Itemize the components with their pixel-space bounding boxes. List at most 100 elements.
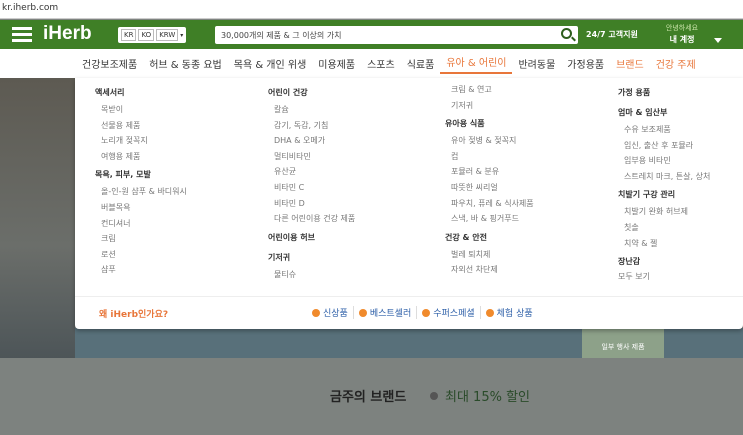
- menu-item[interactable]: 물티슈: [268, 267, 355, 283]
- menu-item[interactable]: DHA & 오메가: [268, 133, 355, 149]
- why-iherb-link[interactable]: 왜 iHerb인가요?: [99, 307, 168, 320]
- menu-heading[interactable]: 유아용 식품: [445, 115, 534, 133]
- menu-item[interactable]: 버블목욕: [95, 200, 187, 216]
- banner-image: [0, 78, 75, 358]
- menu-item[interactable]: 포뮬러 & 분유: [445, 164, 534, 180]
- nav-item[interactable]: 허브 & 동종 요법: [143, 56, 228, 71]
- menu-column: 크림 & 연고 기저귀 유아용 식품 유아 젖병 & 젖꼭지 컵 포뮬러 & 분유 따뜻한 …: [445, 82, 534, 278]
- nav-item[interactable]: 가정용품: [561, 56, 610, 71]
- footer-link[interactable]: 베스트셀러: [352, 306, 416, 319]
- menu-item[interactable]: 스트레치 마크, 튼살, 상처: [618, 169, 710, 185]
- menu-heading[interactable]: 치발기 구강 관리: [618, 186, 710, 204]
- menu-footer: 왜 iHerb인가요? 신상품 베스트셀러 수퍼스페셜 체험 상품: [75, 296, 743, 329]
- account-greeting: 안녕하세요: [665, 24, 699, 32]
- menu-item[interactable]: 멀티비타민: [268, 149, 355, 165]
- brand-discount: 최대 15% 할인: [445, 390, 530, 405]
- menu-item[interactable]: 컵: [445, 149, 534, 165]
- menu-item[interactable]: 임신, 출산 후 포뮬라: [618, 138, 710, 154]
- menu-item[interactable]: 자외선 차단제: [445, 262, 534, 278]
- language: KO: [138, 29, 155, 41]
- badge-icon: [485, 308, 494, 317]
- menu-item[interactable]: 크림: [95, 231, 187, 247]
- badge-icon: [358, 308, 367, 317]
- menu-heading[interactable]: 액세서리: [95, 84, 187, 102]
- footer-link[interactable]: 신상품: [307, 306, 353, 319]
- category-nav: 건강보조제품 허브 & 동종 요법 목욕 & 개인 위생 미용제품 스포츠 식료품 유아 &…: [0, 49, 743, 78]
- nav-item[interactable]: 스포츠: [361, 56, 401, 71]
- footer-link-label: 수퍼스페셜: [433, 309, 475, 319]
- menu-item[interactable]: 유산균: [268, 164, 355, 180]
- nav-item[interactable]: 반려동물: [512, 56, 561, 71]
- menu-item[interactable]: 칼슘: [268, 102, 355, 118]
- search-icon[interactable]: [561, 28, 572, 39]
- account-menu[interactable]: 안녕하세요내 계정: [662, 22, 702, 46]
- mega-menu-dropdown: 액세서리 목받이 선물용 제품 노리개 젖꼭지 여행용 제품 목욕, 피부, 모발 올-인-…: [75, 78, 743, 329]
- footer-link-label: 베스트셀러: [369, 309, 412, 319]
- menu-item[interactable]: 비타민 D: [268, 196, 355, 212]
- footer-link-label: 신상품: [323, 309, 348, 319]
- locale-selector[interactable]: KR KO KRW ▾: [118, 27, 187, 43]
- menu-heading[interactable]: 어린이 건강: [268, 84, 355, 102]
- currency: KRW: [156, 29, 179, 41]
- menu-item[interactable]: 크림 & 연고: [445, 82, 534, 98]
- search-placeholder: 30,000개의 제품 & 그 이상의 가치: [221, 31, 342, 40]
- menu-heading[interactable]: 엄마 & 임산부: [618, 104, 710, 122]
- menu-item[interactable]: 감기, 독감, 기침: [268, 118, 355, 134]
- menu-item[interactable]: 올-인-원 샴푸 & 바디워시: [95, 184, 187, 200]
- menu-item[interactable]: 벌레 퇴치제: [445, 247, 534, 263]
- menu-item[interactable]: 비타민 C: [268, 180, 355, 196]
- menu-item[interactable]: 컨디셔너: [95, 216, 187, 232]
- nav-item[interactable]: 건강 주제: [650, 56, 702, 71]
- info-icon: [430, 392, 438, 400]
- menu-heading[interactable]: 가정 용품: [618, 84, 710, 102]
- menu-item[interactable]: 노리개 젖꼭지: [95, 133, 187, 149]
- menu-item[interactable]: 여행용 제품: [95, 149, 187, 165]
- menu-item[interactable]: 스낵, 바 & 핑거푸드: [445, 211, 534, 227]
- menu-heading[interactable]: 목욕, 피부, 모발: [95, 166, 187, 184]
- nav-item[interactable]: 미용제품: [312, 56, 361, 71]
- menu-heading[interactable]: 기저귀: [268, 249, 355, 267]
- menu-item[interactable]: 기저귀: [445, 98, 534, 114]
- address-bar[interactable]: kr.iherb.com: [0, 0, 743, 19]
- menu-item[interactable]: 다른 어린이용 건강 제품: [268, 211, 355, 227]
- badge-icon: [422, 308, 431, 317]
- menu-item[interactable]: 로션: [95, 247, 187, 263]
- menu-item[interactable]: 샴푸: [95, 262, 187, 278]
- footer-link-label: 체험 상품: [496, 309, 533, 319]
- menu-item[interactable]: 임부용 비타민: [618, 153, 710, 169]
- menu-item[interactable]: 치약 & 젤: [618, 236, 710, 252]
- iherb-logo[interactable]: iHerb: [43, 23, 92, 45]
- nav-item[interactable]: 유아 & 어린이: [440, 54, 513, 74]
- menu-item[interactable]: 선물용 제품: [95, 118, 187, 134]
- footer-link[interactable]: 체험 상품: [479, 306, 538, 319]
- hamburger-menu-icon[interactable]: [12, 27, 32, 42]
- chevron-down-icon: ▾: [180, 31, 184, 39]
- account-label: 내 계정: [669, 35, 695, 44]
- menu-item[interactable]: 칫솔: [618, 220, 710, 236]
- nav-item[interactable]: 건강보조제품: [76, 56, 143, 71]
- menu-item[interactable]: 수유 보조제품: [618, 122, 710, 138]
- menu-heading[interactable]: 건강 & 안전: [445, 229, 534, 247]
- country: KR: [121, 29, 137, 41]
- footer-link[interactable]: 수퍼스페셜: [416, 306, 479, 319]
- menu-heading[interactable]: 어린이용 허브: [268, 229, 355, 247]
- caret-down-icon[interactable]: [714, 38, 722, 47]
- nav-item[interactable]: 목욕 & 개인 위생: [228, 56, 313, 71]
- menu-item[interactable]: 파우치, 퓨레 & 식사제품: [445, 196, 534, 212]
- nav-item[interactable]: 식료품: [401, 56, 441, 71]
- nav-item[interactable]: 브랜드: [610, 56, 650, 71]
- menu-item[interactable]: 목받이: [95, 102, 187, 118]
- menu-item[interactable]: 따뜻한 씨리얼: [445, 180, 534, 196]
- brand-of-week-title: 금주의 브랜드: [330, 390, 407, 405]
- menu-column: 가정 용품엄마 & 임산부 수유 보조제품 임신, 출산 후 포뮬라 임부용 비타민 스…: [618, 82, 710, 282]
- menu-heading[interactable]: 장난감: [618, 253, 710, 271]
- promo-banner[interactable]: 일부 행사 제품: [582, 328, 664, 358]
- menu-item[interactable]: 유아 젖병 & 젖꼭지: [445, 133, 534, 149]
- menu-item[interactable]: 치발기 완화 허브제: [618, 204, 710, 220]
- menu-column: 어린이 건강 칼슘 감기, 독감, 기침 DHA & 오메가 멀티비타민 유산균 비타민 C…: [268, 82, 355, 282]
- badge-icon: [312, 308, 320, 317]
- site-header: iHerb KR KO KRW ▾ 30,000개의 제품 & 그 이상의 가치…: [0, 20, 743, 49]
- support-link[interactable]: 24/7 고객지원: [586, 29, 638, 40]
- view-all-link[interactable]: 모두 보기: [618, 271, 710, 282]
- search-input[interactable]: 30,000개의 제품 & 그 이상의 가치: [215, 26, 578, 44]
